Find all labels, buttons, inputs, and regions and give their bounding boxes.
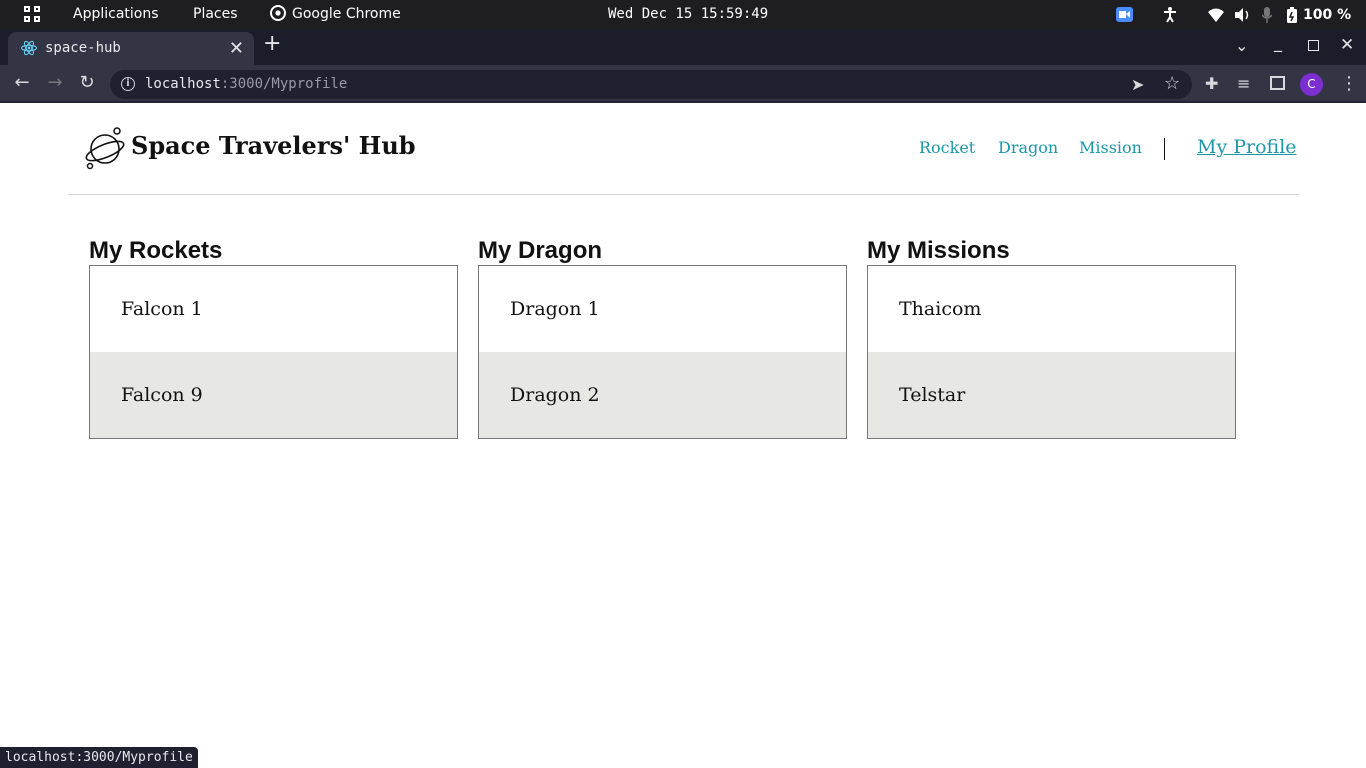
tab-title: space-hub bbox=[45, 40, 121, 56]
wifi-icon[interactable] bbox=[1208, 8, 1224, 22]
active-app-menu[interactable]: Google Chrome bbox=[270, 0, 401, 29]
nav-link-rocket[interactable]: Rocket bbox=[919, 138, 975, 157]
chrome-icon bbox=[270, 5, 286, 21]
list-item: Falcon 9 bbox=[90, 352, 457, 438]
minimize-icon[interactable]: _ bbox=[1274, 33, 1282, 52]
url-path: :3000/Myprofile bbox=[220, 76, 348, 92]
link-status-bubble: localhost:3000/Myprofile bbox=[0, 747, 198, 768]
url-host: localhost bbox=[145, 76, 221, 92]
clock[interactable]: Wed Dec 15 15:59:49 bbox=[608, 0, 768, 29]
browser-toolbar: ← → ↻ i localhost:3000/Myprofile ➤ ☆ ✚ ≡… bbox=[0, 65, 1366, 103]
list-item: Falcon 1 bbox=[121, 298, 203, 320]
my-dragon-section: My Dragon Dragon 1 Dragon 2 bbox=[478, 236, 847, 439]
my-missions-section: My Missions Thaicom Telstar bbox=[867, 236, 1236, 439]
send-icon[interactable]: ➤ bbox=[1131, 75, 1144, 95]
list-item: Dragon 1 bbox=[510, 298, 600, 320]
accessibility-icon[interactable] bbox=[1163, 6, 1177, 23]
my-dragon-list: Dragon 1 Dragon 2 bbox=[478, 265, 847, 439]
battery-icon[interactable] bbox=[1287, 6, 1297, 23]
new-tab-icon[interactable]: + bbox=[263, 31, 281, 56]
back-icon[interactable]: ← bbox=[12, 73, 32, 93]
app-grid-icon[interactable] bbox=[24, 6, 41, 23]
media-queue-icon[interactable]: ≡ bbox=[1237, 74, 1250, 94]
system-tray: 100 % bbox=[1116, 0, 1351, 29]
tab-strip: space-hub ✕ + ⌄ _ ✕ bbox=[0, 29, 1366, 65]
nav-link-mission[interactable]: Mission bbox=[1079, 138, 1142, 157]
video-recording-icon[interactable] bbox=[1116, 7, 1133, 22]
my-dragon-heading: My Dragon bbox=[478, 237, 603, 264]
nav-divider bbox=[1164, 138, 1165, 160]
bookmark-star-icon[interactable]: ☆ bbox=[1164, 74, 1180, 94]
page-content: Space Travelers' Hub Rocket Dragon Missi… bbox=[0, 103, 1366, 768]
browser-tab[interactable]: space-hub ✕ bbox=[8, 32, 254, 65]
address-bar[interactable]: i localhost:3000/Myprofile ➤ ☆ bbox=[110, 70, 1192, 99]
site-title: Space Travelers' Hub bbox=[131, 131, 416, 160]
battery-percentage: 100 % bbox=[1303, 6, 1352, 23]
restore-icon[interactable] bbox=[1308, 40, 1319, 51]
list-item: Dragon 2 bbox=[479, 352, 846, 438]
tab-search-icon[interactable]: ⌄ bbox=[1235, 36, 1248, 55]
my-missions-list: Thaicom Telstar bbox=[867, 265, 1236, 439]
system-top-bar: Applications Places Google Chrome Wed De… bbox=[0, 0, 1366, 29]
volume-icon[interactable] bbox=[1235, 7, 1251, 22]
site-info-icon[interactable]: i bbox=[121, 77, 135, 91]
planet-logo-icon bbox=[85, 127, 125, 170]
tab-close-icon[interactable]: ✕ bbox=[229, 38, 244, 59]
applications-menu[interactable]: Applications bbox=[73, 0, 159, 29]
list-item: Thaicom bbox=[899, 298, 982, 320]
my-rockets-heading: My Rockets bbox=[89, 237, 223, 264]
site-header: Space Travelers' Hub Rocket Dragon Missi… bbox=[68, 103, 1299, 195]
my-rockets-list: Falcon 1 Falcon 9 bbox=[89, 265, 458, 439]
extensions-icon[interactable]: ✚ bbox=[1205, 74, 1218, 94]
places-menu[interactable]: Places bbox=[193, 0, 238, 29]
chrome-menu-icon[interactable]: ⋮ bbox=[1340, 74, 1358, 94]
react-favicon-icon bbox=[21, 40, 37, 56]
window-close-icon[interactable]: ✕ bbox=[1340, 35, 1354, 55]
forward-icon[interactable]: → bbox=[45, 73, 65, 93]
nav-link-my-profile[interactable]: My Profile bbox=[1197, 136, 1297, 158]
list-item: Telstar bbox=[868, 352, 1235, 438]
nav-link-dragon[interactable]: Dragon bbox=[998, 138, 1058, 157]
microphone-icon[interactable] bbox=[1262, 6, 1272, 23]
side-panel-icon[interactable] bbox=[1270, 76, 1285, 90]
active-app-label: Google Chrome bbox=[292, 6, 401, 22]
profile-avatar[interactable]: C bbox=[1300, 73, 1323, 96]
reload-icon[interactable]: ↻ bbox=[77, 73, 97, 93]
my-missions-heading: My Missions bbox=[867, 237, 1010, 264]
my-rockets-section: My Rockets Falcon 1 Falcon 9 bbox=[89, 236, 458, 439]
address-url[interactable]: localhost:3000/Myprofile bbox=[145, 76, 347, 92]
